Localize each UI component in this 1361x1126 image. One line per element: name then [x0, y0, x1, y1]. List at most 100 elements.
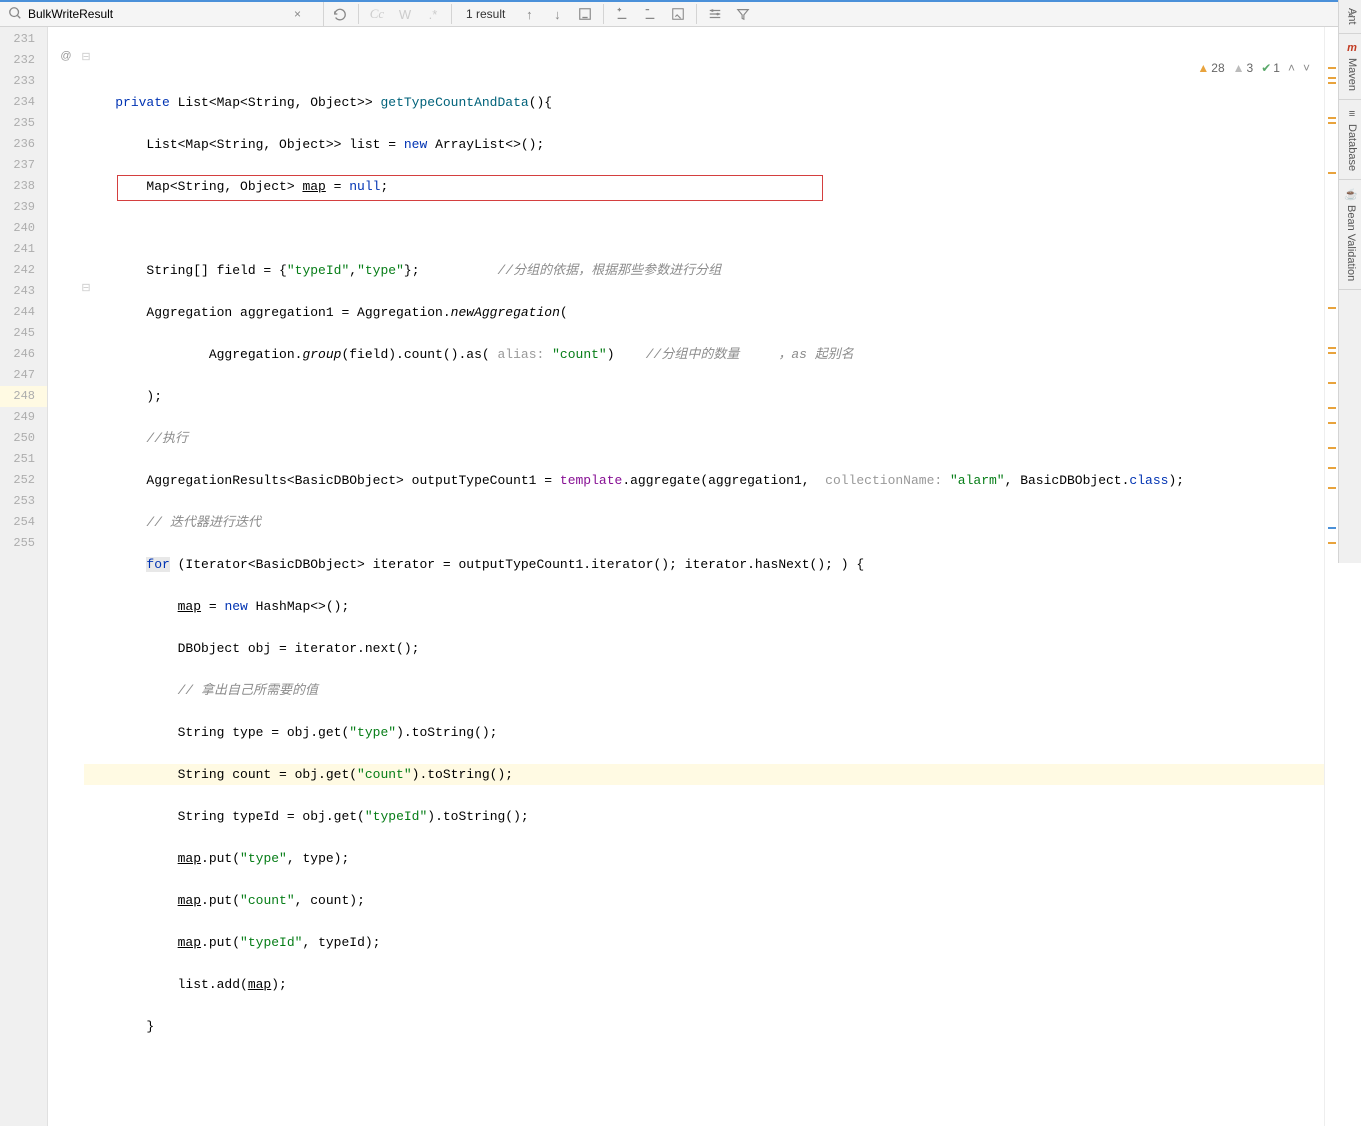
weak-warning-icon: ▲ — [1233, 61, 1245, 75]
code-line — [84, 218, 1324, 239]
code-line: } — [84, 1016, 1324, 1037]
code-line: String typeId = obj.get("typeId").toStri… — [84, 806, 1324, 827]
code-line: AggregationResults<BasicDBObject> output… — [84, 470, 1324, 491]
warning-marker[interactable] — [1328, 117, 1336, 119]
line-number: 246 — [0, 344, 47, 365]
error-stripe[interactable] — [1324, 27, 1338, 1126]
settings-icon[interactable] — [703, 2, 727, 26]
line-number: 233 — [0, 71, 47, 92]
warning-marker[interactable] — [1328, 172, 1336, 174]
code-line: private List<Map<String, Object>> getTyp… — [84, 92, 1324, 113]
warning-marker[interactable] — [1328, 352, 1336, 354]
separator — [451, 4, 452, 24]
warning-marker[interactable] — [1328, 447, 1336, 449]
code-line — [84, 1058, 1324, 1079]
warning-marker[interactable] — [1328, 82, 1336, 84]
words-button[interactable]: W — [393, 2, 417, 26]
find-toolbar: × Cc W .* 1 result ↑ ↓ × — [0, 2, 1338, 27]
tab-bean-validation[interactable]: ☕Bean Validation — [1339, 180, 1361, 290]
search-icon — [8, 6, 24, 22]
result-count: 1 result — [458, 7, 513, 21]
code-line: map.put("count", count); — [84, 890, 1324, 911]
warning-marker[interactable] — [1328, 382, 1336, 384]
warning-marker[interactable] — [1328, 77, 1336, 79]
line-number: 241 — [0, 239, 47, 260]
maven-icon: m — [1347, 42, 1357, 54]
info-marker[interactable] — [1328, 527, 1336, 529]
warning-marker[interactable] — [1328, 422, 1336, 424]
inspections-widget[interactable]: ▲28 ▲3 ✔1 ˄ ˅ — [1193, 59, 1314, 77]
line-number: 254 — [0, 512, 47, 533]
line-number: 253 — [0, 491, 47, 512]
line-number: 234 — [0, 92, 47, 113]
code-content[interactable]: private List<Map<String, Object>> getTyp… — [84, 27, 1324, 1126]
code-line: map.put("type", type); — [84, 848, 1324, 869]
regex-button[interactable]: .* — [421, 2, 445, 26]
code-line: map.put("typeId", typeId); — [84, 932, 1324, 953]
bean-icon: ☕ — [1344, 188, 1358, 201]
match-case-button[interactable]: Cc — [365, 2, 389, 26]
code-line: String type = obj.get("type").toString()… — [84, 722, 1324, 743]
right-tool-tabs: Ant mMaven ≡Database ☕Bean Validation — [1338, 0, 1361, 563]
clear-search-icon[interactable]: × — [288, 7, 307, 21]
line-number: 237 — [0, 155, 47, 176]
add-selection-icon[interactable] — [610, 2, 634, 26]
select-all-occurrences-icon[interactable] — [666, 2, 690, 26]
line-number: 243 — [0, 281, 47, 302]
code-line: Aggregation aggregation1 = Aggregation.n… — [84, 302, 1324, 323]
line-number: 231 — [0, 29, 47, 50]
line-number-gutter: 2312322332342352362372382392402412422432… — [0, 27, 48, 1126]
line-number: 244 — [0, 302, 47, 323]
tab-database[interactable]: ≡Database — [1339, 100, 1361, 180]
prev-search-icon[interactable] — [328, 2, 352, 26]
code-line: map = new HashMap<>(); — [84, 596, 1324, 617]
code-line: // 拿出自己所需要的值 — [84, 680, 1324, 701]
code-line — [84, 50, 1324, 71]
tab-maven[interactable]: mMaven — [1339, 34, 1361, 100]
warnings-count[interactable]: ▲28 — [1197, 61, 1224, 75]
code-line: String[] field = {"typeId","type"}; //分组… — [84, 260, 1324, 281]
warning-marker[interactable] — [1328, 467, 1336, 469]
code-line: ); — [84, 386, 1324, 407]
line-number: 248 — [0, 386, 47, 407]
line-number: 249 — [0, 407, 47, 428]
code-line: List<Map<String, Object>> list = new Arr… — [84, 134, 1324, 155]
line-number: 232 — [0, 50, 47, 71]
search-input[interactable] — [28, 7, 288, 21]
warning-marker[interactable] — [1328, 542, 1336, 544]
line-number: 238 — [0, 176, 47, 197]
prev-match-icon[interactable]: ↑ — [517, 2, 541, 26]
next-match-icon[interactable]: ↓ — [545, 2, 569, 26]
weak-warnings-count[interactable]: ▲3 — [1233, 61, 1254, 75]
warning-marker[interactable] — [1328, 67, 1336, 69]
annotation-gutter: @ ⊟ ⊟ — [48, 27, 84, 1126]
line-number: 252 — [0, 470, 47, 491]
editor[interactable]: 2312322332342352362372382392402412422432… — [0, 27, 1338, 1126]
code-line: for (Iterator<BasicDBObject> iterator = … — [84, 554, 1324, 575]
code-line: Map<String, Object> map = null; — [84, 176, 1324, 197]
check-icon: ✔ — [1261, 61, 1271, 75]
ok-count[interactable]: ✔1 — [1261, 61, 1280, 75]
warning-marker[interactable] — [1328, 487, 1336, 489]
line-number: 239 — [0, 197, 47, 218]
chevron-up-icon[interactable]: ˄ — [1288, 61, 1295, 75]
chevron-down-icon[interactable]: ˅ — [1303, 61, 1310, 75]
remove-selection-icon[interactable] — [638, 2, 662, 26]
filter-icon[interactable] — [731, 2, 755, 26]
separator — [358, 4, 359, 24]
select-all-icon[interactable] — [573, 2, 597, 26]
line-number: 255 — [0, 533, 47, 554]
code-line: String count = obj.get("count").toString… — [84, 764, 1324, 785]
line-number: 251 — [0, 449, 47, 470]
warning-marker[interactable] — [1328, 307, 1336, 309]
warning-marker[interactable] — [1328, 122, 1336, 124]
code-line: //执行 — [84, 428, 1324, 449]
warning-icon: ▲ — [1197, 61, 1209, 75]
search-box: × — [4, 2, 324, 26]
line-number: 245 — [0, 323, 47, 344]
separator — [696, 4, 697, 24]
line-number: 240 — [0, 218, 47, 239]
warning-marker[interactable] — [1328, 407, 1336, 409]
warning-marker[interactable] — [1328, 347, 1336, 349]
close-find-icon[interactable]: × — [1347, 6, 1355, 22]
